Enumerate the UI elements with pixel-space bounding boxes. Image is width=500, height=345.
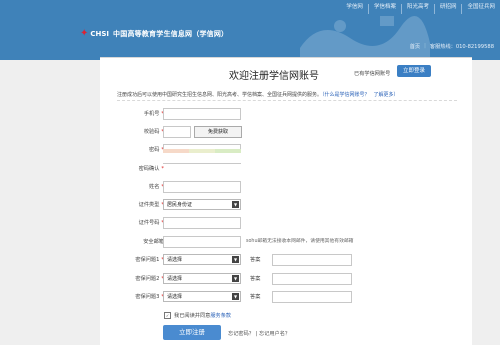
email-label: 安全邮箱 bbox=[143, 239, 164, 245]
q2-answer-label: 答案 bbox=[250, 276, 261, 282]
password-row: 密码* bbox=[100, 144, 472, 156]
terms-link[interactable]: 服务条款 bbox=[210, 312, 231, 319]
page-title: 欢迎注册学信网账号 bbox=[229, 71, 319, 82]
phone-row: 手机号* bbox=[100, 108, 472, 120]
intro-text: 注册成功后可以使用中国研究生招生信息网、阳光高考、学信档案、全国征兵网提供的服务… bbox=[117, 91, 399, 98]
logo-bird-icon: ✦ bbox=[80, 28, 89, 39]
home-link[interactable]: 首页 bbox=[410, 43, 420, 50]
forgot-links[interactable]: 忘记密码？ | 忘记用户名？ bbox=[228, 330, 290, 337]
email-hint: sohu邮箱无法接收本网邮件，请使用其他有效邮箱 bbox=[246, 239, 354, 244]
get-code-button[interactable]: 免费获取 bbox=[194, 126, 242, 138]
login-button[interactable]: 立即登录 bbox=[397, 65, 431, 77]
phone-label: 手机号* bbox=[143, 111, 164, 117]
divider bbox=[117, 100, 457, 101]
logo-cn: 中国高等教育学生信息网（学信网） bbox=[113, 29, 229, 38]
q2-label: 密保问题2* bbox=[135, 276, 164, 282]
chevron-down-icon: ▼ bbox=[232, 201, 239, 208]
q1-label: 密保问题1* bbox=[135, 257, 164, 263]
q2-answer-input[interactable] bbox=[272, 273, 352, 285]
q3-answer-input[interactable] bbox=[272, 291, 352, 303]
q2-row: 密保问题2* 请选择▼ 答案 bbox=[100, 273, 472, 285]
phone-input[interactable] bbox=[163, 108, 241, 120]
email-input[interactable] bbox=[163, 236, 241, 248]
email-row: 安全邮箱 sohu邮箱无法接收本网邮件，请使用其他有效邮箱 bbox=[100, 236, 472, 248]
logo-en: CHSI bbox=[90, 29, 110, 38]
id-type-label: 证件类型* bbox=[138, 202, 164, 208]
code-label: 校验码* bbox=[143, 129, 164, 135]
id-number-input[interactable] bbox=[163, 217, 241, 229]
header-decoration bbox=[300, 16, 430, 60]
q1-row: 密保问题1* 请选择▼ 答案 bbox=[100, 254, 472, 266]
has-account-text: 已有学信网账号 bbox=[354, 71, 391, 77]
top-link-archive[interactable]: 学信档案 bbox=[367, 4, 401, 14]
id-type-select[interactable]: 居民身份证 ▼ bbox=[163, 199, 241, 210]
name-label: 姓名* bbox=[149, 184, 164, 190]
id-type-row: 证件类型* 居民身份证▼ bbox=[100, 199, 472, 211]
what-is-account-link[interactable]: （什么是学信网账号？ bbox=[322, 92, 370, 98]
divider: | bbox=[424, 43, 426, 49]
q3-label: 密保问题3* bbox=[135, 294, 164, 300]
learn-more-link[interactable]: 了解更多） bbox=[374, 92, 399, 98]
name-row: 姓名* bbox=[100, 181, 472, 193]
agree-text: 我已阅读并同意 bbox=[174, 313, 211, 319]
chevron-down-icon: ▼ bbox=[232, 293, 239, 300]
top-link-gaokao[interactable]: 阳光高考 bbox=[400, 4, 434, 14]
code-input[interactable] bbox=[163, 126, 191, 138]
agree-checkbox[interactable]: ✓ bbox=[164, 312, 171, 319]
q1-answer-label: 答案 bbox=[250, 257, 261, 263]
password-strength-bar bbox=[163, 149, 241, 153]
register-card: 欢迎注册学信网账号 已有学信网账号 立即登录 注册成功后可以使用中国研究生招生信… bbox=[100, 57, 472, 345]
intro-body: 注册成功后可以使用中国研究生招生信息网、阳光高考、学信档案、全国征兵网提供的服务… bbox=[117, 92, 323, 98]
password-confirm-label: 密码确认 * bbox=[138, 166, 164, 172]
agree-row: ✓ 我已阅读并同意 服务条款 bbox=[164, 312, 231, 319]
q3-select[interactable]: 请选择 ▼ bbox=[163, 291, 241, 302]
q1-answer-input[interactable] bbox=[272, 254, 352, 266]
password-confirm-input[interactable] bbox=[163, 163, 241, 164]
hotline: 客服热线：010-82199588 bbox=[429, 44, 494, 50]
chevron-down-icon: ▼ bbox=[232, 256, 239, 263]
top-link-zhengbing[interactable]: 全国征兵网 bbox=[461, 4, 500, 14]
name-input[interactable] bbox=[163, 181, 241, 193]
id-number-row: 证件号码* bbox=[100, 217, 472, 229]
site-header: 学信网 学信档案 阳光高考 研招网 全国征兵网 ✦ CHSI 中国高等教育学生信… bbox=[0, 0, 500, 60]
site-logo[interactable]: ✦ CHSI 中国高等教育学生信息网（学信网） bbox=[80, 28, 228, 39]
top-link-xuexin[interactable]: 学信网 bbox=[341, 4, 368, 14]
code-row: 校验码* 免费获取 bbox=[100, 126, 472, 138]
q1-select[interactable]: 请选择 ▼ bbox=[163, 254, 241, 265]
q2-select[interactable]: 请选择 ▼ bbox=[163, 273, 241, 284]
password-label: 密码* bbox=[149, 147, 164, 153]
register-button[interactable]: 立即注册 bbox=[163, 325, 221, 340]
top-link-yanzhao[interactable]: 研招网 bbox=[433, 4, 462, 14]
top-nav: 学信网 学信档案 阳光高考 研招网 全国征兵网 bbox=[341, 4, 500, 14]
password-confirm-row: 密码确认 * bbox=[100, 163, 472, 175]
id-number-label: 证件号码* bbox=[138, 220, 164, 226]
chevron-down-icon: ▼ bbox=[232, 275, 239, 282]
q3-row: 密保问题3* 请选择▼ 答案 bbox=[100, 291, 472, 303]
sub-nav: 首页 | 客服热线：010-82199588 bbox=[410, 43, 494, 50]
q3-answer-label: 答案 bbox=[250, 294, 261, 300]
